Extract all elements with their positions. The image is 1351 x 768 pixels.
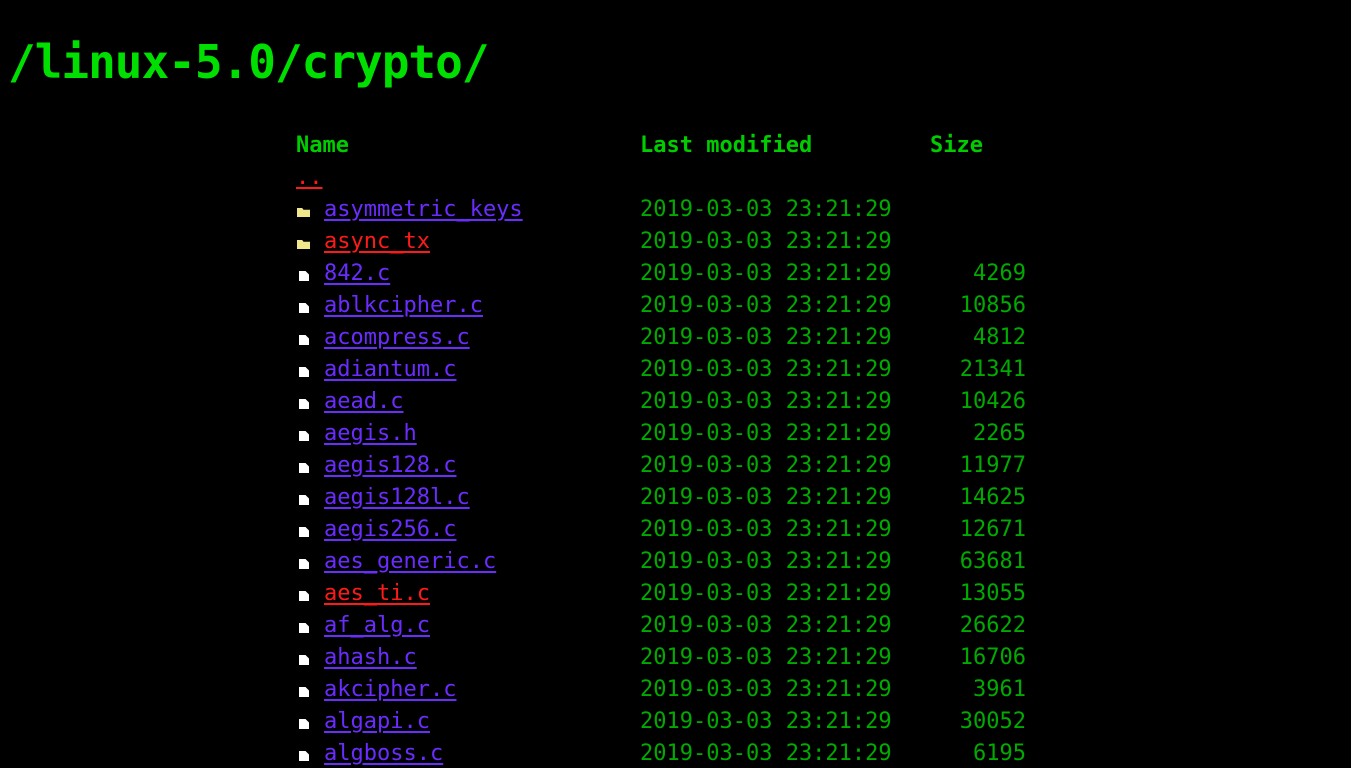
page-title: /linux-5.0/crypto/	[8, 35, 489, 89]
file-icon	[299, 335, 309, 345]
list-item: aegis128l.c 2019-03-03 23:21:29 14625	[296, 482, 1056, 514]
listing-header: Name Last modified Size	[296, 130, 1056, 162]
file-link[interactable]: algboss.c	[324, 738, 443, 768]
size-value: 63681	[959, 549, 1026, 574]
list-item: async_tx 2019-03-03 23:21:29	[296, 226, 1056, 258]
last-modified-value: 2019-03-03 23:21:29	[640, 517, 892, 542]
size-value: 10856	[959, 293, 1026, 318]
last-modified-value: 2019-03-03 23:21:29	[640, 197, 892, 222]
file-icon	[299, 271, 309, 281]
file-icon	[299, 431, 309, 441]
file-link[interactable]: 842.c	[324, 258, 390, 290]
file-link[interactable]: akcipher.c	[324, 674, 456, 706]
last-modified-value: 2019-03-03 23:21:29	[640, 645, 892, 670]
list-item: af_alg.c 2019-03-03 23:21:29 26622	[296, 610, 1056, 642]
column-header-last-modified[interactable]: Last modified	[640, 130, 812, 162]
file-icon	[299, 687, 309, 697]
size-value: 14625	[959, 485, 1026, 510]
file-link[interactable]: af_alg.c	[324, 610, 430, 642]
list-item: algapi.c 2019-03-03 23:21:29 30052	[296, 706, 1056, 738]
file-icon	[299, 751, 309, 761]
file-link[interactable]: ahash.c	[324, 642, 417, 674]
size-value: 12671	[959, 517, 1026, 542]
last-modified-value: 2019-03-03 23:21:29	[640, 549, 892, 574]
file-icon	[299, 495, 309, 505]
size-value: 16706	[959, 645, 1026, 670]
last-modified-value: 2019-03-03 23:21:29	[640, 741, 892, 766]
last-modified-value: 2019-03-03 23:21:29	[640, 389, 892, 414]
file-link[interactable]: aegis128.c	[324, 450, 456, 482]
file-link[interactable]: aes_generic.c	[324, 546, 496, 578]
file-link[interactable]: aegis.h	[324, 418, 417, 450]
last-modified-value: 2019-03-03 23:21:29	[640, 229, 892, 254]
file-link[interactable]: aegis256.c	[324, 514, 456, 546]
size-value: 11977	[959, 453, 1026, 478]
list-item: adiantum.c 2019-03-03 23:21:29 21341	[296, 354, 1056, 386]
list-item: asymmetric_keys 2019-03-03 23:21:29	[296, 194, 1056, 226]
last-modified-value: 2019-03-03 23:21:29	[640, 357, 892, 382]
folder-icon	[297, 208, 310, 217]
size-value: 2265	[973, 421, 1026, 446]
size-value: 10426	[959, 389, 1026, 414]
last-modified-value: 2019-03-03 23:21:29	[640, 421, 892, 446]
list-item: aegis256.c 2019-03-03 23:21:29 12671	[296, 514, 1056, 546]
list-item: ahash.c 2019-03-03 23:21:29 16706	[296, 642, 1056, 674]
last-modified-value: 2019-03-03 23:21:29	[640, 709, 892, 734]
last-modified-value: 2019-03-03 23:21:29	[640, 293, 892, 318]
list-item: acompress.c 2019-03-03 23:21:29 4812	[296, 322, 1056, 354]
last-modified-value: 2019-03-03 23:21:29	[640, 261, 892, 286]
column-header-name[interactable]: Name	[296, 130, 349, 162]
last-modified-value: 2019-03-03 23:21:29	[640, 453, 892, 478]
parent-directory-row: ..	[296, 162, 1056, 194]
file-icon	[299, 559, 309, 569]
size-value: 4812	[973, 325, 1026, 350]
file-icon	[299, 623, 309, 633]
size-value: 6195	[973, 741, 1026, 766]
file-icon	[299, 655, 309, 665]
last-modified-value: 2019-03-03 23:21:29	[640, 325, 892, 350]
file-link[interactable]: algapi.c	[324, 706, 430, 738]
file-icon	[299, 367, 309, 377]
list-item: aead.c 2019-03-03 23:21:29 10426	[296, 386, 1056, 418]
file-icon	[299, 527, 309, 537]
file-icon	[299, 719, 309, 729]
file-link[interactable]: acompress.c	[324, 322, 470, 354]
directory-listing: Name Last modified Size .. asymmetric_ke…	[296, 130, 1056, 768]
list-item: 842.c 2019-03-03 23:21:29 4269	[296, 258, 1056, 290]
size-value: 4269	[973, 261, 1026, 286]
size-value: 13055	[959, 581, 1026, 606]
size-value: 21341	[959, 357, 1026, 382]
file-link[interactable]: aes_ti.c	[324, 578, 430, 610]
file-icon	[299, 463, 309, 473]
folder-link[interactable]: asymmetric_keys	[324, 194, 523, 226]
list-item: ablkcipher.c 2019-03-03 23:21:29 10856	[296, 290, 1056, 322]
last-modified-value: 2019-03-03 23:21:29	[640, 677, 892, 702]
list-item: aes_generic.c 2019-03-03 23:21:29 63681	[296, 546, 1056, 578]
size-value: 26622	[959, 613, 1026, 638]
folder-icon	[297, 240, 310, 249]
list-item: aegis.h 2019-03-03 23:21:29 2265	[296, 418, 1056, 450]
last-modified-value: 2019-03-03 23:21:29	[640, 613, 892, 638]
file-link[interactable]: adiantum.c	[324, 354, 456, 386]
column-header-size[interactable]: Size	[930, 130, 983, 162]
last-modified-value: 2019-03-03 23:21:29	[640, 581, 892, 606]
size-value: 3961	[973, 677, 1026, 702]
file-link[interactable]: ablkcipher.c	[324, 290, 483, 322]
size-value: 30052	[959, 709, 1026, 734]
list-item: aegis128.c 2019-03-03 23:21:29 11977	[296, 450, 1056, 482]
file-icon	[299, 399, 309, 409]
file-link[interactable]: aegis128l.c	[324, 482, 470, 514]
last-modified-value: 2019-03-03 23:21:29	[640, 485, 892, 510]
file-icon	[299, 303, 309, 313]
parent-directory-link[interactable]: ..	[296, 162, 323, 194]
file-link[interactable]: aead.c	[324, 386, 403, 418]
list-item: akcipher.c 2019-03-03 23:21:29 3961	[296, 674, 1056, 706]
file-icon	[299, 591, 309, 601]
folder-link[interactable]: async_tx	[324, 226, 430, 258]
list-item: algboss.c 2019-03-03 23:21:29 6195	[296, 738, 1056, 768]
list-item: aes_ti.c 2019-03-03 23:21:29 13055	[296, 578, 1056, 610]
